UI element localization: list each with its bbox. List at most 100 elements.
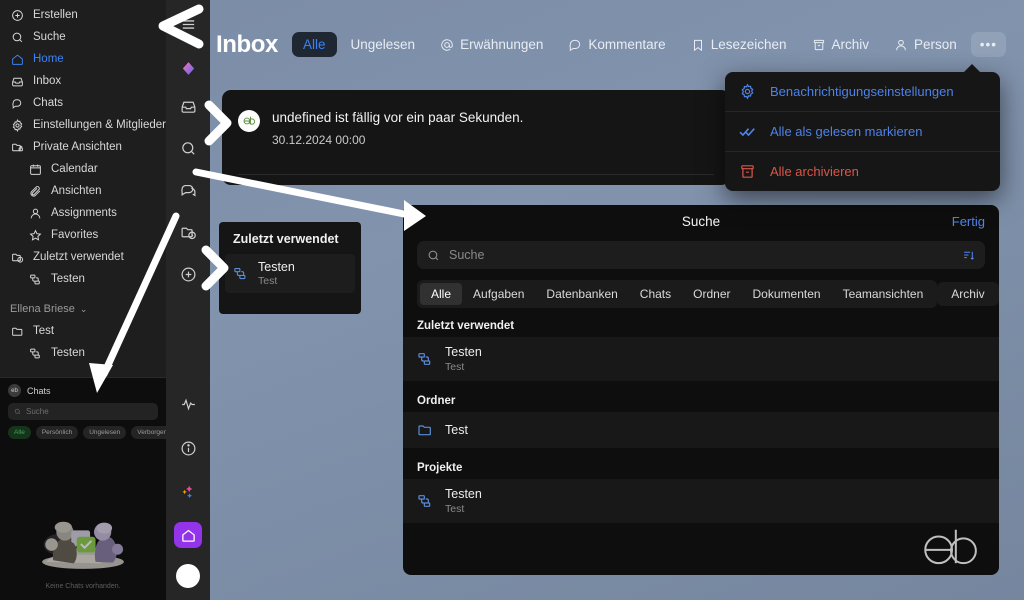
project-icon: [418, 495, 431, 507]
menu-item-alle-archivieren[interactable]: Alle archivieren: [725, 152, 1000, 191]
sidebar-label: Private Ansichten: [33, 141, 122, 153]
sidebar-label: Erstellen: [33, 9, 78, 21]
hamburger-icon[interactable]: [174, 10, 202, 38]
sidebar-item-zuletzt-verwendet[interactable]: Zuletzt verwendet: [0, 246, 166, 268]
rail-search-icon[interactable]: [174, 134, 202, 162]
rail-home-button[interactable]: [174, 522, 202, 548]
tab-label: Alle: [303, 37, 326, 52]
chats-chip-verborgen[interactable]: Verborgen: [131, 426, 166, 439]
sidebar-item-suche[interactable]: Suche: [0, 26, 166, 48]
filter-chip-aufgaben[interactable]: Aufgaben: [462, 283, 535, 305]
tab-ungelesen[interactable]: Ungelesen: [340, 32, 427, 57]
item-title: Test: [445, 423, 468, 437]
sidebar-item-ansichten[interactable]: Ansichten: [0, 180, 166, 202]
project-icon: [28, 346, 42, 360]
filter-chip-datenbanken[interactable]: Datenbanken: [535, 283, 628, 305]
sidebar-label: Favorites: [51, 229, 99, 241]
filter-chip-teamansichten[interactable]: Teamansichten: [832, 283, 935, 305]
chats-panel-header: eb Chats: [0, 378, 166, 401]
sidebar-item-testen-recent[interactable]: Testen: [0, 268, 166, 290]
search-results: Zuletzt verwendet Testen Test Ordner Tes…: [403, 320, 999, 523]
sidebar-divider: [0, 290, 166, 298]
sidebar-item-calendar[interactable]: Calendar: [0, 158, 166, 180]
sidebar-item-einstellungen[interactable]: Einstellungen & Mitglieder: [0, 114, 166, 136]
tab-label: Kommentare: [588, 37, 666, 52]
notification-card[interactable]: undefined ist fällig vor ein paar Sekund…: [222, 90, 730, 185]
tab-alle[interactable]: Alle: [292, 32, 337, 57]
menu-item-alle-als-gelesen-markieren[interactable]: Alle als gelesen markieren: [725, 112, 1000, 152]
more-dots-icon: •••: [979, 37, 997, 52]
double-check-icon: [739, 128, 755, 137]
menu-item-benachrichtigungseinstellungen[interactable]: Benachrichtigungseinstellungen: [725, 72, 1000, 112]
avatar: [238, 110, 260, 132]
list-item[interactable]: Testen Test: [403, 479, 999, 523]
recent-items-popup: Zuletzt verwendet Testen Test: [219, 222, 361, 314]
rail-folder-clock-icon[interactable]: [174, 218, 202, 246]
folder-clock-icon: [10, 250, 24, 264]
item-title: Testen: [445, 345, 482, 359]
search-icon: [14, 408, 21, 415]
filter-chip-chats[interactable]: Chats: [629, 283, 682, 305]
chats-chip-ungelesen[interactable]: Ungelesen: [83, 426, 127, 439]
sparkle-icon[interactable]: [174, 478, 202, 506]
tab-kommentare[interactable]: Kommentare: [557, 32, 676, 57]
sidebar-item-private-ansichten[interactable]: Private Ansichten: [0, 136, 166, 158]
gear-icon: [741, 83, 754, 100]
rail-inbox-icon[interactable]: [174, 92, 202, 120]
diamond-gradient-icon[interactable]: [174, 54, 202, 82]
filter-chip-alle[interactable]: Alle: [420, 283, 463, 305]
chats-chip-alle[interactable]: Alle: [8, 426, 31, 439]
filter-chip-archiv[interactable]: Archiv: [940, 283, 995, 305]
person-icon: [896, 39, 906, 50]
search-icon: [10, 30, 24, 44]
done-button[interactable]: Fertig: [952, 214, 985, 229]
chats-empty-text: Keine Chats vorhanden.: [45, 583, 121, 590]
avatar[interactable]: [176, 564, 200, 588]
sidebar-item-erstellen[interactable]: Erstellen: [0, 4, 166, 26]
filter-chip-dokumenten[interactable]: Dokumenten: [742, 283, 832, 305]
sidebar-item-home[interactable]: Home: [0, 48, 166, 70]
inbox-options-dropdown: Benachrichtigungseinstellungen Alle als …: [725, 72, 1000, 191]
project-icon: [234, 267, 246, 280]
filter-chip-ordner[interactable]: Ordner: [682, 283, 741, 305]
sidebar-label: Chats: [33, 97, 64, 109]
rail-plus-circle-icon[interactable]: [174, 260, 202, 288]
sidebar-item-test-folder[interactable]: Test: [0, 320, 166, 342]
sidebar-item-testen-project[interactable]: Testen: [0, 342, 166, 364]
dropdown-arrow: [963, 64, 981, 73]
tab-person[interactable]: Person: [883, 32, 968, 57]
item-title: Testen: [258, 260, 295, 274]
sidebar-user-switcher[interactable]: Ellena Briese ⌄: [0, 298, 166, 320]
list-item[interactable]: Testen Test: [225, 254, 355, 293]
item-subtitle: Test: [258, 275, 278, 287]
tab-erwaehnungen[interactable]: Erwähnungen: [429, 32, 554, 57]
menu-item-label: Benachrichtigungseinstellungen: [770, 84, 954, 99]
archive-icon: [741, 165, 754, 178]
sidebar-item-chats[interactable]: Chats: [0, 92, 166, 114]
activity-icon[interactable]: [174, 390, 202, 418]
sort-icon[interactable]: [962, 249, 975, 262]
info-icon[interactable]: [174, 434, 202, 462]
chat-icon: [10, 96, 24, 110]
tab-more-options[interactable]: •••: [970, 32, 1006, 57]
sidebar-label: Ansichten: [51, 185, 102, 197]
list-item[interactable]: Testen Test: [403, 337, 999, 381]
sidebar-label: Testen: [51, 347, 85, 359]
list-item[interactable]: Test: [403, 412, 999, 448]
sidebar-item-favorites[interactable]: Favorites: [0, 224, 166, 246]
folder-lock-icon: [10, 140, 24, 154]
sidebar-item-inbox[interactable]: Inbox: [0, 70, 166, 92]
chats-search-input[interactable]: Suche: [8, 403, 158, 420]
rail-chat-icon[interactable]: [174, 176, 202, 204]
sidebar-item-assignments[interactable]: Assignments: [0, 202, 166, 224]
comment-icon: [569, 39, 581, 51]
tab-archiv[interactable]: Archiv: [801, 32, 881, 57]
user-name: Ellena Briese: [10, 303, 75, 315]
chats-chip-persoenlich[interactable]: Persönlich: [35, 426, 79, 439]
tab-label: Archiv: [831, 37, 870, 52]
search-input[interactable]: Suche: [417, 241, 985, 269]
tab-label: Erwähnungen: [460, 37, 544, 52]
recent-popup-title: Zuletzt verwendet: [233, 232, 339, 246]
tab-lesezeichen[interactable]: Lesezeichen: [680, 32, 798, 57]
bookmark-icon: [693, 39, 702, 51]
